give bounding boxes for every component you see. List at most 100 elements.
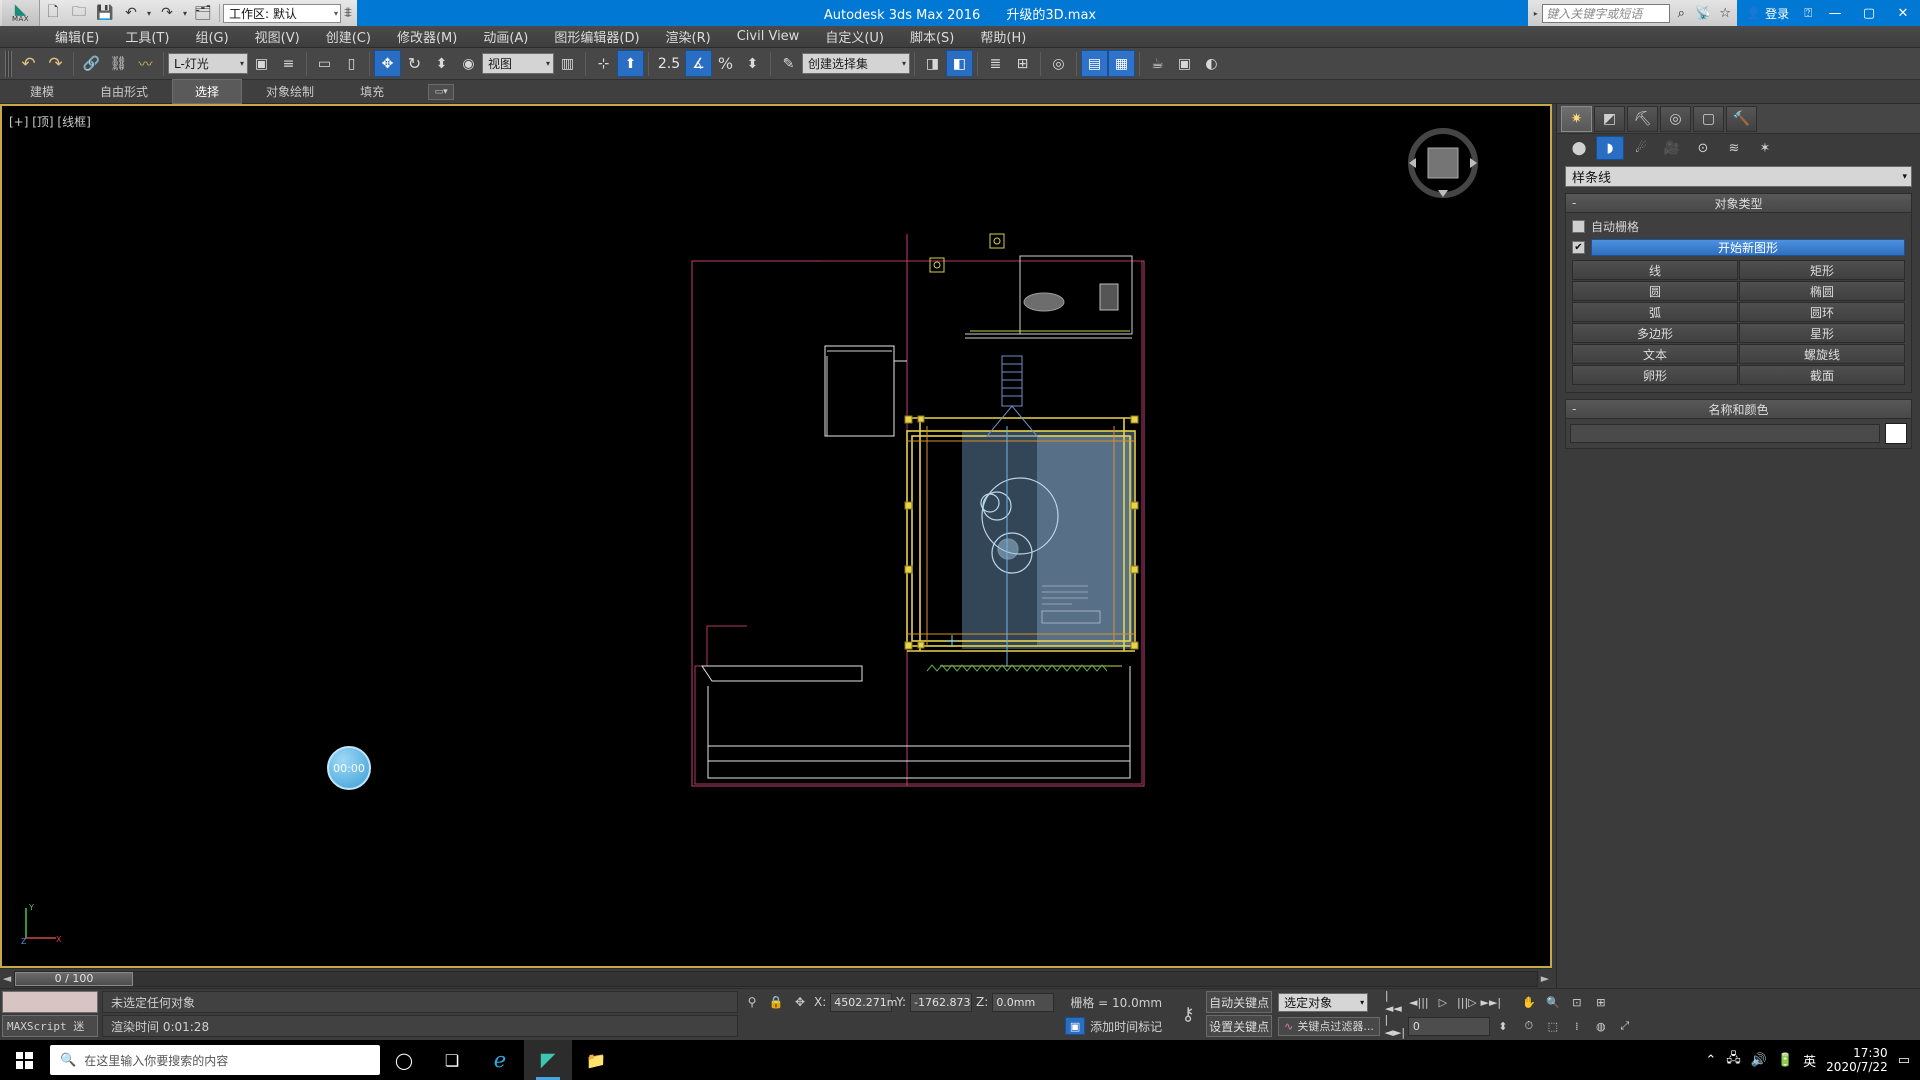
undo-dropdown-icon[interactable]: ▾ <box>144 1 154 25</box>
render-setup-icon[interactable]: ▤ <box>1081 50 1108 77</box>
select-by-name-icon[interactable]: ≡ <box>275 50 302 77</box>
toolbar-grip[interactable] <box>5 50 12 77</box>
auto-key-button[interactable]: 自动关键点 <box>1206 991 1273 1013</box>
frame-spinner-icon[interactable]: ⬍ <box>1492 1016 1514 1036</box>
open-file-icon[interactable]: 🗀 <box>66 1 92 25</box>
geometry-button[interactable]: ⬤ <box>1565 136 1593 160</box>
taskbar-clock[interactable]: 17:30 2020/7/22 <box>1826 1046 1888 1074</box>
pan-view-icon[interactable]: ✋ <box>1518 992 1540 1012</box>
network-icon[interactable]: 🖧 <box>1726 1049 1741 1071</box>
egg-button[interactable]: 卵形 <box>1572 365 1738 385</box>
zoom-extents-icon[interactable]: ⊡ <box>1566 992 1588 1012</box>
rectangle-button[interactable]: 矩形 <box>1739 260 1905 280</box>
explorer-button[interactable]: 📁 <box>572 1040 620 1080</box>
menu-item-civil-view[interactable]: Civil View <box>724 27 813 46</box>
tab-object-paint[interactable]: 对象绘制 <box>244 80 336 103</box>
subscription-dish-icon[interactable]: 📡 <box>1692 2 1714 24</box>
action-center-icon[interactable]: ▭ <box>1898 1053 1910 1068</box>
maximize-viewport-icon[interactable]: ⊞ <box>1590 992 1612 1012</box>
space-warps-button[interactable]: ≋ <box>1720 136 1748 160</box>
modify-tab[interactable]: ◩ <box>1594 105 1625 132</box>
set-project-icon[interactable]: 🗂 <box>190 1 216 25</box>
maxscript-input[interactable] <box>2 991 98 1013</box>
tab-freeform[interactable]: 自由形式 <box>78 80 170 103</box>
menu-item-animation[interactable]: 动画(A) <box>470 25 541 48</box>
task-view-button[interactable]: ❏ <box>428 1040 476 1080</box>
undo-icon[interactable]: ↶ <box>15 50 42 77</box>
cortana-button[interactable]: ◯ <box>380 1040 428 1080</box>
cameras-button[interactable]: 🎥 <box>1658 136 1686 160</box>
snaps-toggle-icon[interactable]: ⊹ <box>590 50 617 77</box>
key-filters-button[interactable]: ∿ 关键点过滤器... <box>1278 1016 1380 1036</box>
taskbar-search[interactable]: 🔍 在这里输入你要搜索的内容 <box>50 1045 380 1075</box>
time-tag-icon[interactable]: ▣ <box>1065 1017 1086 1035</box>
start-button[interactable] <box>0 1040 48 1080</box>
collapse-icon[interactable]: - <box>1572 402 1576 416</box>
use-pivot-point-center-icon[interactable]: ▥ <box>554 50 581 77</box>
search-input[interactable]: 键入关键字或短语 <box>1542 3 1671 23</box>
active-shade-icon[interactable]: ◐ <box>1198 50 1225 77</box>
signin-button[interactable]: 👤 登录 <box>1737 5 1798 22</box>
set-key-button[interactable]: 设置关键点 <box>1206 1015 1273 1037</box>
selection-filter-dropdown[interactable]: L-灯光 ▾ <box>168 53 248 74</box>
infocenter-expand-icon[interactable]: ▸ <box>1529 9 1542 18</box>
battery-icon[interactable]: 🔋 <box>1777 1053 1793 1068</box>
ngon-button[interactable]: 多边形 <box>1572 323 1738 343</box>
select-and-rotate-icon[interactable]: ↻ <box>401 50 428 77</box>
menu-item-rendering[interactable]: 渲染(R) <box>653 25 724 48</box>
menu-item-customize[interactable]: 自定义(U) <box>812 25 897 48</box>
y-coordinate-field[interactable]: -1762.873 <box>910 992 973 1012</box>
object-name-input[interactable] <box>1570 424 1880 443</box>
tab-populate[interactable]: 填充 <box>338 80 406 103</box>
reference-coordinate-system-dropdown[interactable]: 视图 ▾ <box>482 53 554 74</box>
align-icon[interactable]: ⬆ <box>617 50 644 77</box>
named-selection-sets-dropdown[interactable]: 创建选择集 ▾ <box>802 53 910 74</box>
spinner-snap-toggle-icon[interactable]: ⬍ <box>739 50 766 77</box>
select-and-move-icon[interactable]: ✥ <box>374 50 401 77</box>
current-frame-field[interactable]: 0 <box>1407 1016 1490 1036</box>
lights-button[interactable]: ☄ <box>1627 136 1655 160</box>
redo-dropdown-icon[interactable]: ▾ <box>180 1 190 25</box>
line-button[interactable]: 线 <box>1572 260 1738 280</box>
arc-button[interactable]: 弧 <box>1572 302 1738 322</box>
rectangular-selection-region-icon[interactable]: ▭ <box>311 50 338 77</box>
z-coordinate-field[interactable]: 0.0mm <box>992 992 1055 1012</box>
key-mode-icon[interactable]: ⚷ <box>1178 991 1198 1037</box>
orbit-icon[interactable]: ◍ <box>1590 1016 1612 1036</box>
workspace-dropdown[interactable]: 工作区: 默认 ▾ <box>223 3 341 23</box>
maximize-toggle-icon[interactable]: ⤢ <box>1614 1016 1636 1036</box>
selection-lock-icon[interactable]: 🔒 <box>766 992 786 1012</box>
redo-icon[interactable]: ↷ <box>154 1 180 25</box>
minimize-button[interactable]: — <box>1818 0 1852 26</box>
layer-explorer-icon[interactable]: ◧ <box>946 50 973 77</box>
curve-editor-icon[interactable]: ≣ <box>982 50 1009 77</box>
unlink-selection-icon[interactable]: ⛓ <box>105 50 132 77</box>
systems-button[interactable]: ✶ <box>1751 136 1779 160</box>
isolate-selection-icon[interactable]: ⚲ <box>742 992 762 1012</box>
undo-icon[interactable]: ↶ <box>118 1 144 25</box>
text-button[interactable]: 文本 <box>1572 344 1738 364</box>
donut-button[interactable]: 圆环 <box>1739 302 1905 322</box>
menu-item-help[interactable]: 帮助(H) <box>967 25 1039 48</box>
helix-button[interactable]: 螺旋线 <box>1739 344 1905 364</box>
maxscript-label[interactable]: MAXScript 迷 <box>2 1015 98 1037</box>
start-new-shape-checkbox[interactable]: ✔ <box>1572 241 1585 254</box>
render-iterative-icon[interactable]: ▣ <box>1171 50 1198 77</box>
menu-item-modifiers[interactable]: 修改器(M) <box>384 25 470 48</box>
next-frame-icon[interactable]: |||▷ <box>1456 992 1478 1012</box>
collapse-icon[interactable]: - <box>1572 196 1576 210</box>
motion-tab[interactable]: ◎ <box>1660 105 1691 132</box>
star-button[interactable]: 星形 <box>1739 323 1905 343</box>
favorites-star-icon[interactable]: ☆ <box>1714 2 1736 24</box>
tab-selection[interactable]: 选择 <box>172 79 243 104</box>
walk-through-icon[interactable]: ⁞ <box>1566 1016 1588 1036</box>
new-file-icon[interactable]: 🗋 <box>40 1 66 25</box>
menu-item-graph-editors[interactable]: 图形编辑器(D) <box>541 25 652 48</box>
autogrid-checkbox[interactable] <box>1572 220 1585 233</box>
time-configuration-icon[interactable]: ⏱ <box>1518 1016 1540 1036</box>
add-time-tag-label[interactable]: 添加时间标记 <box>1090 1018 1162 1035</box>
show-hidden-icons[interactable]: ⌃ <box>1705 1053 1716 1068</box>
select-object-icon[interactable]: ▣ <box>248 50 275 77</box>
mirror-icon[interactable]: ◨ <box>919 50 946 77</box>
percent-snap-toggle-icon[interactable]: % <box>712 50 739 77</box>
